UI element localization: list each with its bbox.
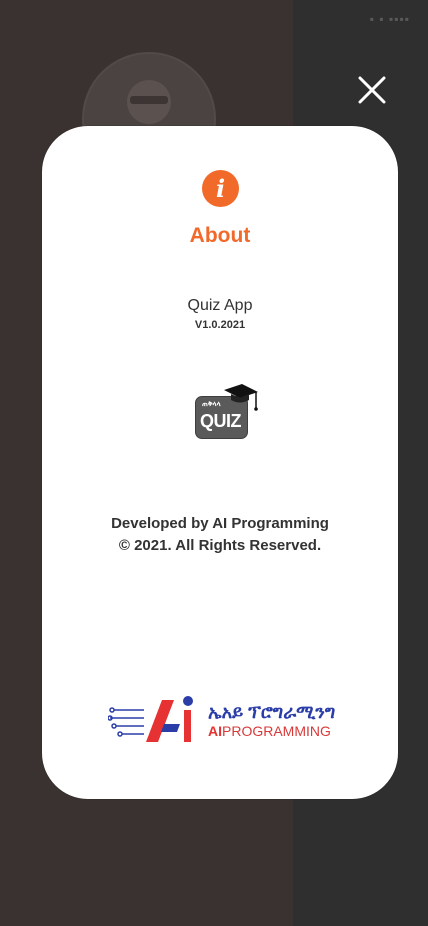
brand-ai-text: AI [208, 723, 222, 739]
info-icon: i [202, 170, 239, 207]
app-version: V1.0.2021 [194, 319, 246, 331]
quiz-app-logo: ጠቅላላ QUIZ [192, 382, 262, 442]
quiz-logo-small-text: ጠቅላላ [202, 401, 221, 408]
graduation-cap-icon [224, 384, 258, 411]
status-bar: ▪ ▪ ▪▪▪▪ [369, 12, 410, 26]
brand-name: AIPROGRAMMING [208, 723, 331, 739]
close-icon[interactable] [352, 70, 392, 110]
developer-credit: Developed by AI Programming [111, 515, 329, 532]
brand-amharic-text: ኤአይ ፕሮግራሚንግ [208, 702, 336, 722]
app-name: Quiz App [187, 297, 253, 314]
about-dialog: i About Quiz App V1.0.2021 ጠቅላላ QUIZ Dev… [42, 126, 398, 799]
copyright-text: © 2021. All Rights Reserved. [118, 537, 322, 554]
quiz-logo-text: QUIZ [200, 411, 242, 431]
brand-programming-text: PROGRAMMING [222, 723, 331, 739]
dialog-title: About [189, 224, 251, 247]
ai-programming-logo: ኤአይ ፕሮግራሚንግ AIPROGRAMMING [107, 692, 336, 746]
ai-circuit-icon [107, 696, 193, 742]
screen: ▪ ▪ ▪▪▪▪ i About Quiz App V1.0.2021 ጠቅላላ… [0, 0, 428, 926]
